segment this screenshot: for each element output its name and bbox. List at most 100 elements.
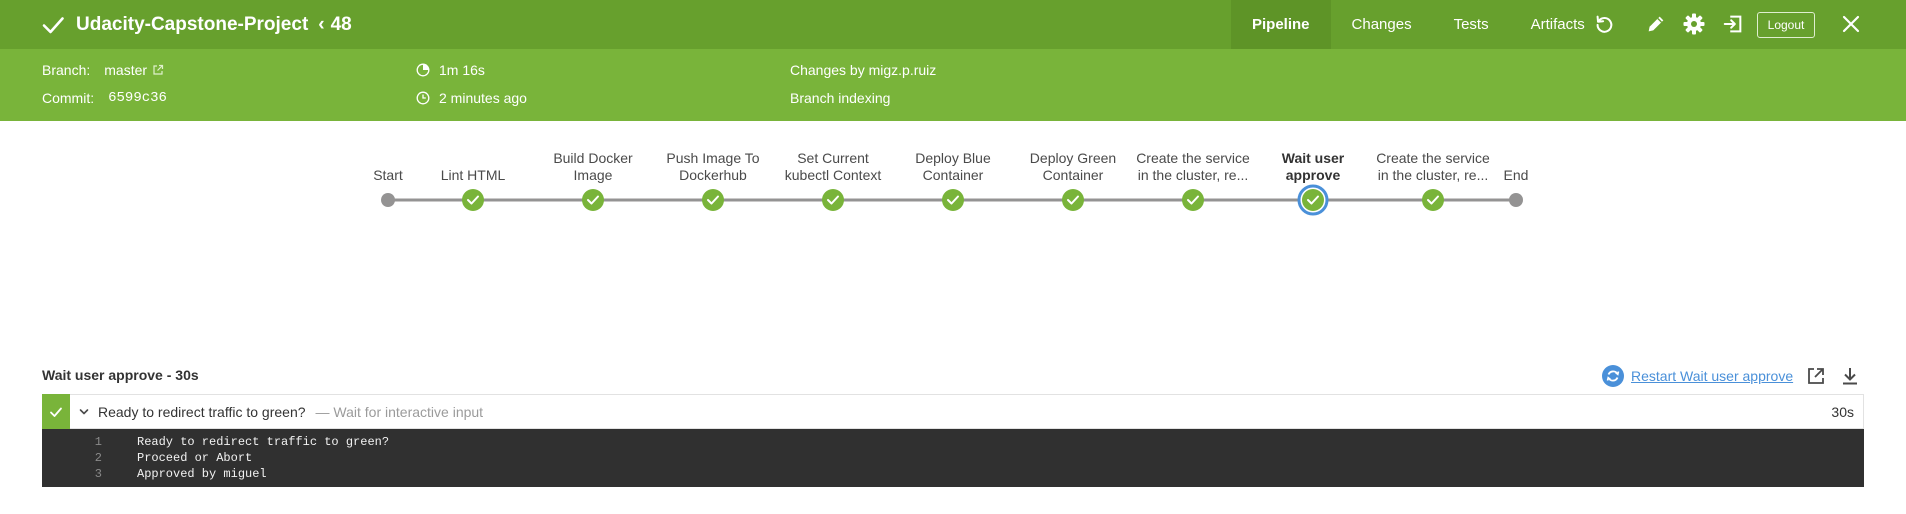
stage-label-line: kubectl Context [784,167,882,183]
duration-info: 1m 16s [416,60,485,80]
run-number: 48 [330,13,352,35]
check-icon [40,12,66,38]
run-started: 2 minutes ago [439,90,527,106]
run-duration: 1m 16s [439,62,485,78]
step-description: — Wait for interactive input [315,403,484,420]
close-icon[interactable] [1839,12,1863,36]
pipeline-connectors [381,184,1523,216]
stage-node-create-the-service-in-the-cluster-re[interactable] [1422,189,1444,211]
stage-node-build-docker-image[interactable] [582,189,604,211]
cause-info: Branch indexing [790,88,890,108]
stage-label-line: Container [922,167,984,183]
stage-label-push-image-to-dockerhub[interactable]: Push Image To Dockerhub [651,150,775,184]
stage-node-wait-user-approve[interactable] [1297,184,1329,216]
run-info-bar: Branch: master Commit: 6599c36 1m 16s 2 … [0,49,1906,121]
log-line: 1 Ready to redirect traffic to green? [42,434,1864,450]
stage-label-create-the-service-in-the-cluster-re[interactable]: Create the service in the cluster, re... [1131,150,1255,184]
stage-label-line: in the cluster, re... [1137,167,1249,183]
stage-node-deploy-blue-container[interactable] [942,189,964,211]
tab-changes[interactable]: Changes [1331,0,1433,49]
back-chevron-icon[interactable]: ‹ [318,14,324,36]
stage-label-line: Wait user [1281,150,1345,166]
tab-tests[interactable]: Tests [1433,0,1510,49]
stage-node-deploy-green-container[interactable] [1062,189,1084,211]
pencil-icon[interactable] [1644,12,1668,36]
stage-node-set-current-kubectl-context[interactable] [822,189,844,211]
stage-status-success [702,189,724,211]
log-line-text: Approved by miguel [137,467,267,481]
branch-link[interactable]: master [104,62,147,78]
stage-label-line: Create the service [1376,150,1490,166]
stage-node-endpoint [1509,193,1523,207]
log-line: 2 Proceed or Abort [42,450,1864,466]
stage-node-dot [1509,193,1523,207]
logout-button[interactable]: Logout [1757,12,1815,38]
gear-icon[interactable] [1682,12,1706,36]
stage-node-dot [381,193,395,207]
restart-icon[interactable] [1601,364,1625,388]
restart-stage-link[interactable]: Restart Wait user approve [1601,364,1793,388]
log-line-number[interactable]: 2 [42,450,102,466]
open-external-icon[interactable] [1806,366,1826,386]
exit-icon[interactable] [1721,12,1745,36]
stage-label-line: Lint HTML [440,167,506,183]
stage-node-create-the-service-in-the-cluster-re[interactable] [1182,189,1204,211]
stage-label-lint-html[interactable]: Lint HTML [411,167,535,184]
step-title: Ready to redirect traffic to green? [98,403,306,420]
stage-label-line: Image [573,167,613,183]
stage-label-line: Create the service [1136,150,1250,166]
run-title: Udacity-Capstone-Project ‹ 48 [40,0,352,49]
stage-node-lint-html[interactable] [462,189,484,211]
stage-label-line: Push Image To [666,150,760,166]
step-panel-title: Wait user approve - 30s [42,367,199,383]
changes-info: Changes by migz.p.ruiz [790,60,936,80]
stage-label-build-docker-image[interactable]: Build Docker Image [531,150,655,184]
step-row[interactable]: Ready to redirect traffic to green? — Wa… [42,394,1864,429]
job-name-link[interactable]: Udacity-Capstone-Project [76,14,308,36]
run-cause: Branch indexing [790,90,891,106]
stage-label-line: End [1503,167,1529,183]
started-info: 2 minutes ago [416,88,527,108]
replay-icon[interactable] [1592,12,1616,36]
top-bar: Udacity-Capstone-Project ‹ 48 Pipeline C… [0,0,1906,49]
log-line-number[interactable]: 1 [42,434,102,450]
commit-info: Commit: 6599c36 [42,88,167,108]
stage-status-success [1422,189,1444,211]
timer-icon [416,63,430,77]
stage-label-line: approve [1285,167,1341,183]
stage-status-success [462,189,484,211]
stage-status-success [1302,189,1324,211]
branch-key: Branch: [42,62,91,78]
stage-node-push-image-to-dockerhub[interactable] [702,189,724,211]
stage-label-line: Dockerhub [679,167,747,183]
download-icon[interactable] [1840,366,1860,386]
stage-node-endpoint [381,193,395,207]
stage-label-end[interactable]: End [1454,167,1578,184]
stage-label-deploy-green-container[interactable]: Deploy Green Container [1011,150,1135,184]
stage-label-line: Container [1042,167,1104,183]
stage-status-success [822,189,844,211]
stage-status-success [1182,189,1204,211]
stage-status-success [582,189,604,211]
stage-label-wait-user-approve[interactable]: Wait user approve [1251,150,1375,184]
external-link-icon[interactable] [152,64,164,76]
clock-icon [416,91,430,105]
step-success-badge [42,394,70,429]
log-line-number[interactable]: 3 [42,466,102,482]
stage-label-line: Set Current [797,150,869,166]
stage-status-success [1062,189,1084,211]
stage-label-line: Build Docker [553,150,633,166]
log-line-text: Proceed or Abort [137,451,253,465]
stage-label-line: Deploy Blue [915,150,991,166]
stage-label-line: Deploy Green [1029,150,1117,166]
stage-label-set-current-kubectl-context[interactable]: Set Current kubectl Context [771,150,895,184]
step-duration: 30s [1831,403,1854,420]
stage-label-deploy-blue-container[interactable]: Deploy Blue Container [891,150,1015,184]
changes-by: Changes by migz.p.ruiz [790,62,937,78]
restart-stage-label[interactable]: Restart Wait user approve [1631,368,1793,384]
tab-pipeline[interactable]: Pipeline [1231,0,1331,49]
chevron-down-icon[interactable] [78,406,98,418]
step-log: 1 Ready to redirect traffic to green? 2 … [42,429,1864,487]
commit-key: Commit: [42,90,95,106]
pipeline-graph: Start Lint HTML Build Docker Image Push Imag… [0,121,1906,271]
